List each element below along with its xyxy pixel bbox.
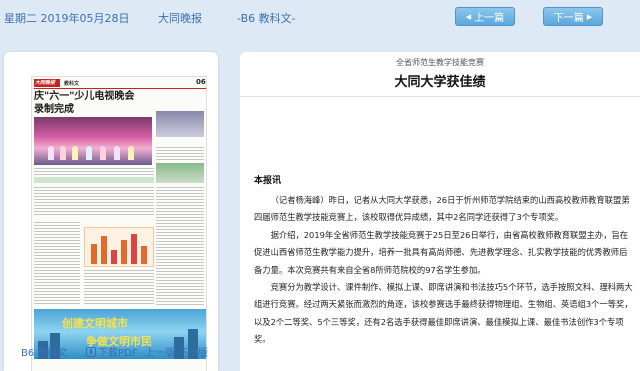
photo-figure — [48, 146, 54, 160]
photo-figure — [128, 146, 134, 160]
page-thumbnail[interactable]: 大同晚报 教科文 06 庆"六一"少儿电视晚会录制完成 创建文明城市 争做文明市… — [31, 76, 207, 371]
article-paragraph: （记者杨海峰）昨日，记者从大同大学获悉，26日于忻州师范学院结束的山西高校教师教… — [254, 195, 630, 223]
photo-figure — [114, 146, 120, 160]
thumbnail-page-number: 06 — [196, 78, 206, 86]
download-pdf-label: 下载PDF — [98, 348, 138, 359]
thumbnail-text-block[interactable] — [84, 270, 154, 306]
thumbnail-text-block[interactable] — [34, 187, 154, 217]
chart-bar — [111, 250, 117, 264]
download-icon — [86, 346, 96, 357]
article-paragraph: 竞赛分为教学设计、课件制作、模拟上课、即席讲演和书法技巧5个环节，选手按照文科、… — [254, 282, 633, 345]
photo-figure — [60, 146, 66, 160]
thumbnail-rule — [34, 88, 206, 89]
previous-article-label: 上一篇 — [474, 13, 505, 24]
article-byline: 本报讯 — [254, 176, 282, 186]
article-body: （记者杨海峰）昨日，记者从大同大学获悉，26日于忻州师范学院结束的山西高校教师教… — [254, 192, 634, 349]
next-article-label: 下一篇 — [553, 13, 584, 24]
photo-figure — [100, 146, 106, 160]
page-section[interactable]: -B6 教科文- — [237, 10, 296, 26]
thumbnail-masthead-text: 大同晚报 — [35, 80, 56, 86]
arrow-right-icon: ▶ — [586, 12, 593, 21]
previous-article-button[interactable]: ◀ 上一篇 — [455, 7, 515, 26]
photo-figure — [72, 146, 78, 160]
arrow-left-icon: ◀ — [465, 12, 472, 21]
page-thumbnail-panel: 大同晚报 教科文 06 庆"六一"少儿电视晚会录制完成 创建文明城市 争做文明市… — [4, 52, 218, 371]
chart-bar — [141, 246, 147, 264]
chart-bar — [91, 244, 97, 264]
download-pdf-link[interactable]: 下载PDF — [86, 344, 137, 359]
thumbnail-headline[interactable]: 庆"六一"少儿电视晚会录制完成 — [34, 90, 144, 116]
thumbnail-section-label: 教科文 — [64, 81, 80, 87]
thumbnail-text-block[interactable] — [34, 222, 80, 306]
thumbnail-green-bar — [34, 177, 154, 183]
thumbnail-text-block[interactable] — [156, 187, 204, 305]
thumbnail-side-photo[interactable] — [156, 111, 204, 137]
thumbnail-text-block[interactable] — [156, 147, 204, 161]
article-kicker: 全省师范生教学技能竞赛 — [396, 58, 484, 67]
chart-bar — [121, 240, 127, 264]
page-footer-nav: B6 教科文 下载PDF 上一版 | 下一版 — [4, 338, 218, 362]
thumbnail-text-block[interactable] — [34, 168, 154, 176]
footer-separator: | — [174, 344, 178, 355]
thumbnail-chart[interactable] — [84, 227, 154, 267]
previous-page-link[interactable]: 上一版 — [145, 344, 175, 359]
issue-date: 星期二 2019年05月28日 — [4, 12, 130, 25]
article-paragraph: 据介绍，2019年全省师范生教学技能竞赛于25日至26日举行，由省高校教师教育联… — [254, 229, 629, 275]
article-panel: 全省师范生教学技能竞赛 大同大学获佳绩 本报讯 （记者杨海峰）昨日，记者从大同大… — [240, 52, 640, 371]
current-page-section[interactable]: B6 教科文 — [21, 344, 67, 359]
thumbnail-stage-photo[interactable] — [34, 117, 152, 165]
newspaper-name[interactable]: 大同晚报 — [158, 10, 202, 26]
chart-bar — [131, 234, 137, 264]
top-bar: 星期二 2019年05月28日 大同晚报 -B6 教科文- ◀ 上一篇 下一篇 … — [0, 0, 640, 34]
next-article-button[interactable]: 下一篇 ▶ — [543, 7, 603, 26]
photo-figure — [86, 146, 92, 160]
banner-slogan-1: 创建文明城市 — [62, 317, 128, 330]
thumbnail-side-photo[interactable] — [156, 163, 204, 183]
next-page-link[interactable]: 下一版 — [178, 344, 208, 359]
article-title: 大同大学获佳绩 — [394, 75, 486, 90]
chart-bar — [101, 236, 107, 264]
title-divider — [240, 96, 640, 97]
